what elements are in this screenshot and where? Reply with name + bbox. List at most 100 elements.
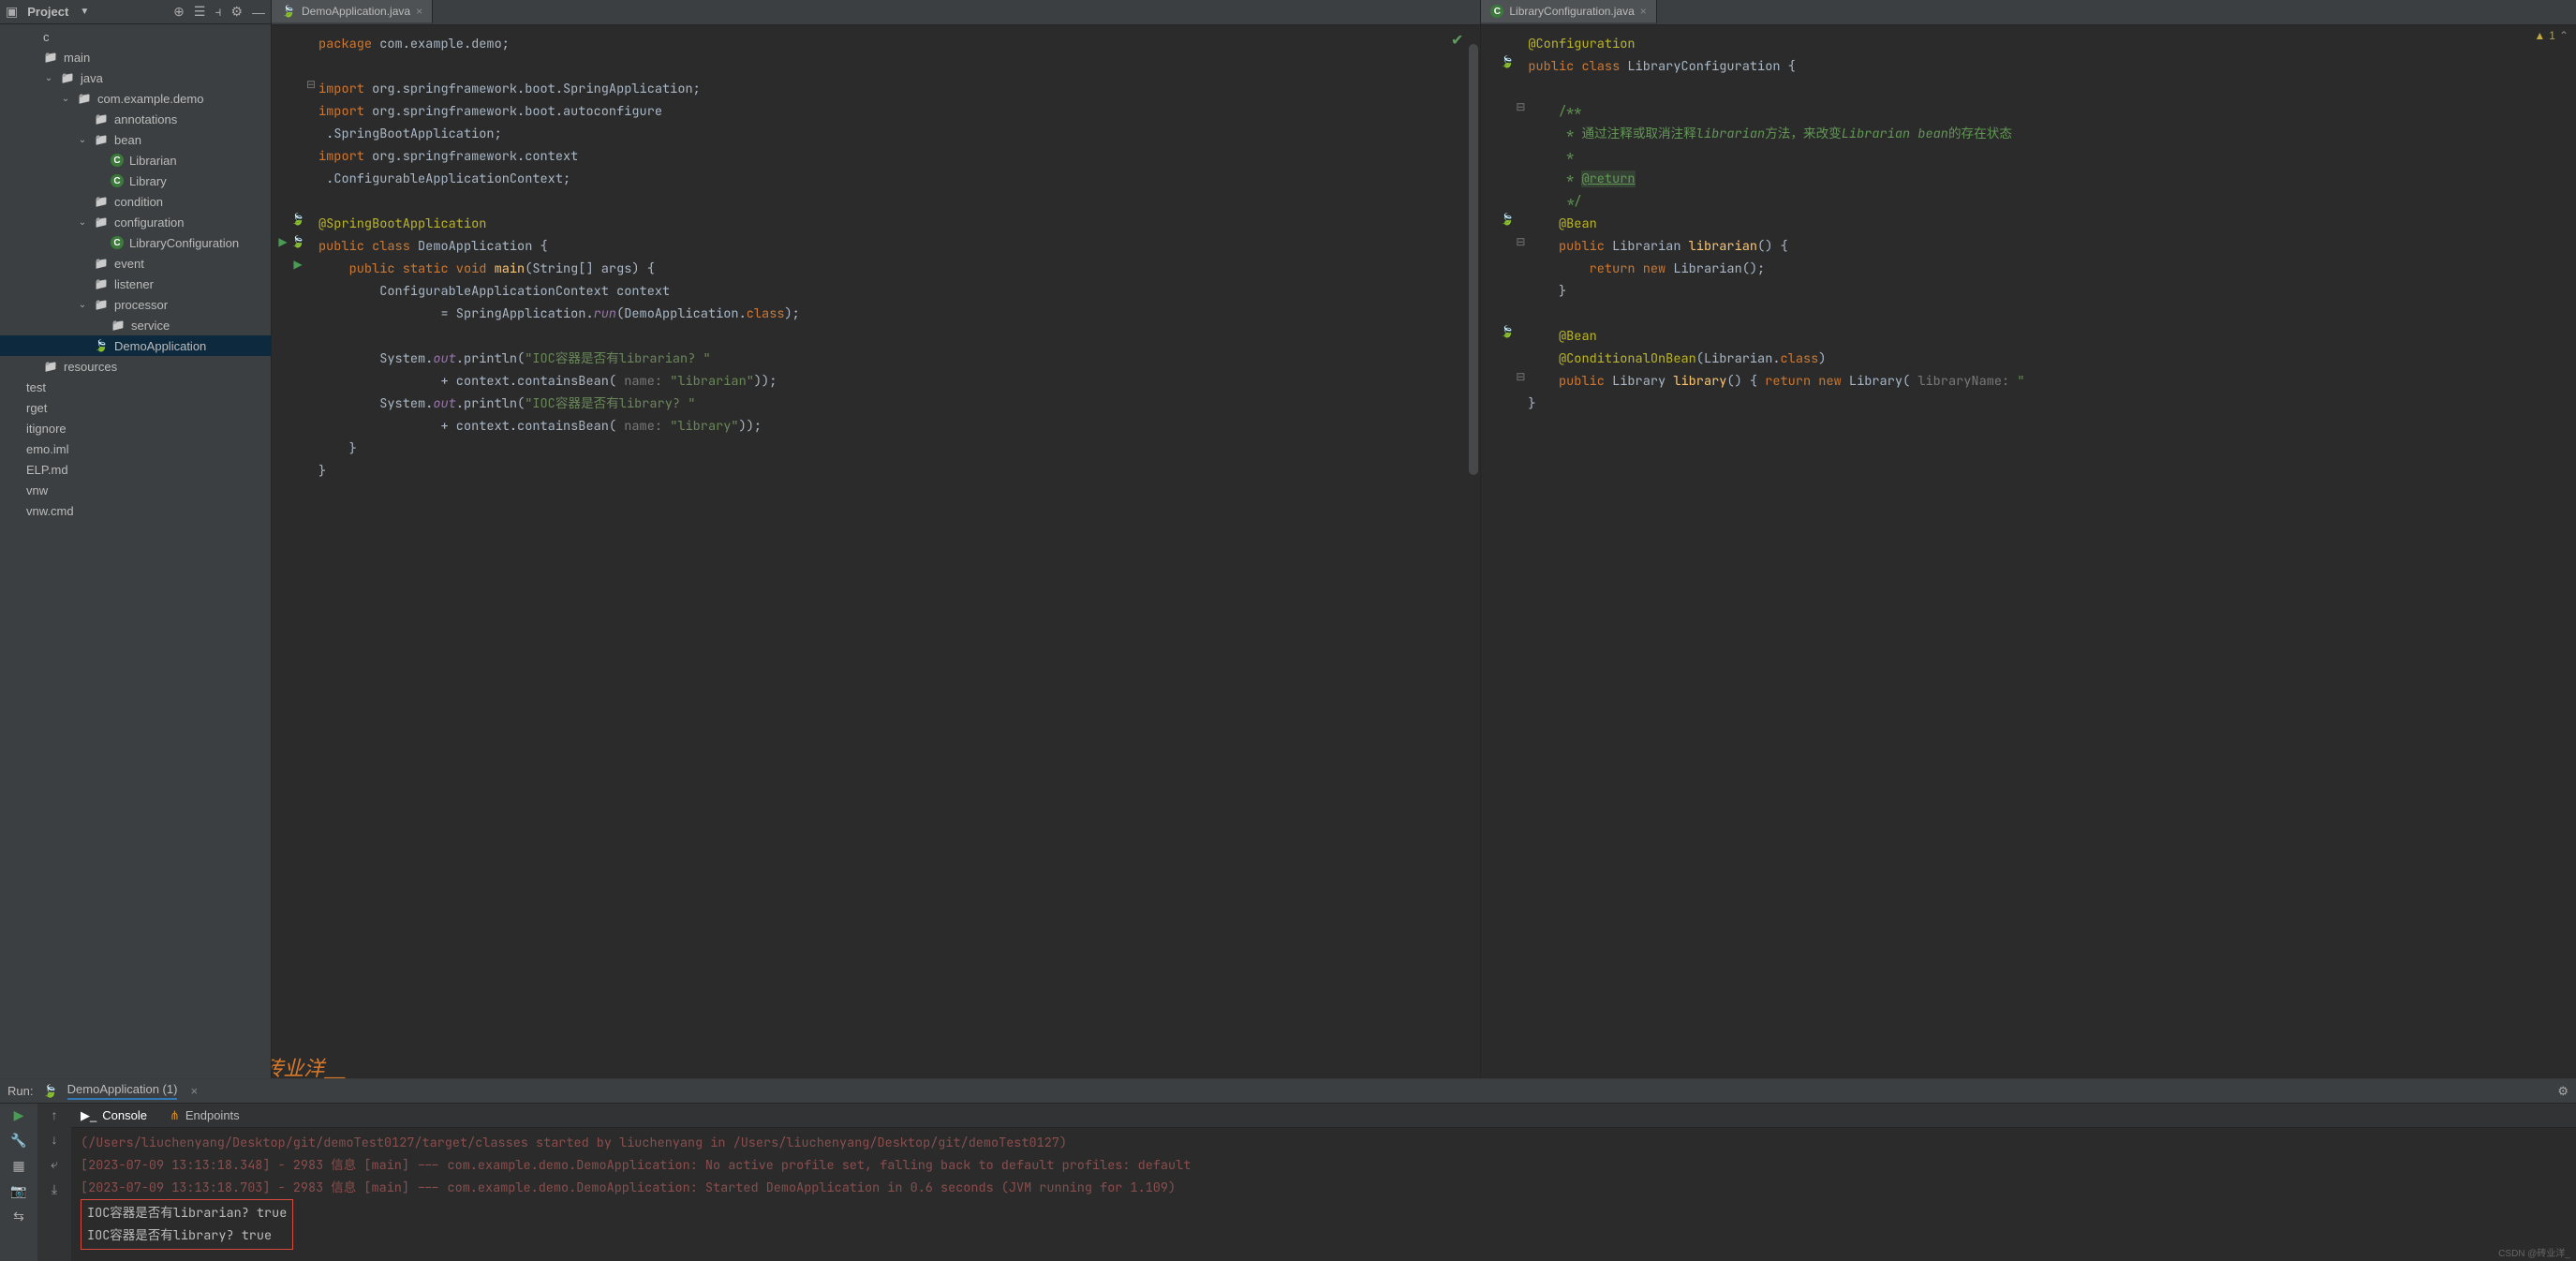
endpoints-tab[interactable]: ⋔ Endpoints [170,1108,240,1123]
sort-icon[interactable]: ☰ [194,4,206,20]
spring-config-icon: 🍃 [42,1084,57,1099]
tree-item-label: vnw [26,483,48,497]
tree-item-condition[interactable]: ›condition [0,191,271,212]
project-sidebar: ▣ Project ▼ ⊕ ☰ ⫞ ⚙ — ›c›main⌄java⌄com.e… [0,0,272,1078]
pkg-icon [94,194,109,209]
console-output[interactable]: (/Users/liuchenyang/Desktop/git/demoTest… [71,1128,2576,1261]
editor-scrollbar[interactable] [1469,44,1478,475]
chevron-down-icon[interactable]: ⌄ [77,135,88,145]
endpoints-tab-label: Endpoints [185,1108,240,1122]
filter-icon[interactable]: ⇆ [13,1209,24,1224]
tree-item-processor[interactable]: ⌄ processor [0,294,271,315]
target-icon[interactable]: ⊕ [173,4,185,20]
tree-item-label: itignore [26,422,67,436]
tree-item-configuration[interactable]: ⌄configuration [0,212,271,232]
expand-icon[interactable]: ⫞ [215,4,221,20]
tree-item-java[interactable]: ⌄java [0,67,271,88]
camera-icon[interactable]: 📷 [10,1183,26,1199]
run-tabs: ▶_ Console ⋔ Endpoints [71,1104,2576,1128]
run-gear-icon[interactable]: ⚙ [2557,1084,2569,1099]
wrap-icon[interactable]: ⤶ [51,1156,58,1172]
tree-item-rget[interactable]: ›rget [0,397,271,418]
console-line: [2023-07-09 13:13:18.348] - 2983 信息 [mai… [81,1154,2567,1177]
tree-item-emo-iml[interactable]: ›emo.iml [0,438,271,459]
tree-item-library[interactable]: ›Library [0,171,271,191]
tree-item-c[interactable]: ›c [0,26,271,47]
console-tab-label: Console [102,1108,147,1122]
run-config-name[interactable]: DemoApplication (1) [67,1082,178,1100]
tree-item-test[interactable]: ›test [0,377,271,397]
tree-item-resources[interactable]: ›resources [0,356,271,377]
close-run-tab-icon[interactable]: × [190,1084,198,1098]
tree-item-service[interactable]: ›service [0,315,271,335]
tree-item-annotations[interactable]: ›annotations [0,109,271,129]
endpoints-icon: ⋔ [170,1108,180,1123]
watermark: @砖业洋__ [272,1052,345,1078]
down-icon[interactable]: ↓ [52,1132,58,1147]
console-icon: ▶_ [81,1108,96,1123]
editor-body-left[interactable]: ⊟ 🍃 🍃 ▶ ▶ ✔ package com.example.demo; im… [272,25,1480,1078]
pkg-icon [94,256,109,271]
gear-icon[interactable]: ⚙ [230,4,243,20]
warning-count: 1 [2549,29,2555,42]
chevron-icon: ⌃ [2559,29,2569,42]
up-icon[interactable]: ↑ [52,1107,58,1122]
tree-item-itignore[interactable]: ›itignore [0,418,271,438]
tree-item-com-example-demo[interactable]: ⌄ com.example.demo [0,88,271,109]
layout-icon[interactable]: ▦ [12,1158,24,1174]
tree-item-vnw[interactable]: ›vnw [0,480,271,500]
tree-item-label: processor [114,298,168,312]
tab-label: DemoApplication.java [302,5,410,18]
editor-code-right[interactable]: @Configuration public class LibraryConfi… [1481,25,2576,441]
project-view-icon[interactable]: ▣ [6,4,18,20]
tree-item-librarian[interactable]: ›Librarian [0,150,271,171]
chevron-down-icon[interactable]: ⌄ [77,217,88,228]
folder-icon [60,70,75,85]
console-highlight-box: IOC容器是否有librarian? true IOC容器是否有library?… [81,1199,293,1250]
tree-item-label: event [114,257,144,271]
tree-item-label: rget [26,401,47,415]
tree-item-vnw-cmd[interactable]: ›vnw.cmd [0,500,271,521]
tree-item-label: emo.iml [26,442,69,456]
pkg-icon [111,318,126,333]
project-dropdown[interactable]: Project [27,5,68,19]
close-tab-icon[interactable]: × [1640,5,1647,18]
console-line: IOC容器是否有librarian? true IOC容器是否有library?… [81,1199,2567,1250]
console-tab[interactable]: ▶_ Console [81,1108,147,1123]
pkg-icon [94,111,109,126]
tree-item-label: bean [114,133,141,147]
tab-libraryconfiguration[interactable]: LibraryConfiguration.java × [1481,0,1656,24]
pkg-icon [94,132,109,147]
wrench-icon[interactable]: 🔧 [10,1133,26,1149]
close-tab-icon[interactable]: × [416,5,422,18]
chevron-down-icon[interactable]: ⌄ [77,300,88,310]
minimize-icon[interactable]: — [252,5,265,20]
tree-item-label: LibraryConfiguration [129,236,239,250]
folder-icon [43,50,58,65]
tree-item-elp-md[interactable]: ›ELP.md [0,459,271,480]
tree-item-label: service [131,319,170,333]
warning-badge[interactable]: ▲ 1 ⌃ [2534,29,2569,42]
tree-item-label: main [64,51,90,65]
tree-item-label: test [26,380,46,394]
project-tree[interactable]: ›c›main⌄java⌄com.example.demo›annotation… [0,24,271,1078]
chevron-down-icon[interactable]: ⌄ [60,94,71,104]
rerun-icon[interactable]: ▶ [14,1107,24,1123]
class-icon [111,154,124,167]
tree-item-libraryconfiguration[interactable]: ›LibraryConfiguration [0,232,271,253]
tree-item-event[interactable]: ›event [0,253,271,274]
folder-icon [43,359,58,374]
tab-demoapplication[interactable]: DemoApplication.java × [272,0,433,24]
editor-body-right[interactable]: 🍃 ⊟ 🍃 ⊟ 🍃 ⊟ ▲ 1 ⌃ @Configuration public … [1481,25,2576,1078]
tree-item-label: vnw.cmd [26,504,74,518]
tree-item-bean[interactable]: ⌄ bean [0,129,271,150]
tree-item-main[interactable]: ›main [0,47,271,67]
warning-icon: ▲ [2534,29,2545,42]
tree-item-listener[interactable]: ›listener [0,274,271,294]
editor-code-left[interactable]: package com.example.demo; import org.spr… [272,25,1480,509]
scroll-icon[interactable]: ⤓ [52,1181,57,1197]
chevron-down-icon[interactable]: ⌄ [43,73,54,83]
tree-item-label: com.example.demo [97,92,203,106]
chevron-down-icon[interactable]: ▼ [80,7,89,17]
tree-item-demoapplication[interactable]: ›DemoApplication [0,335,271,356]
